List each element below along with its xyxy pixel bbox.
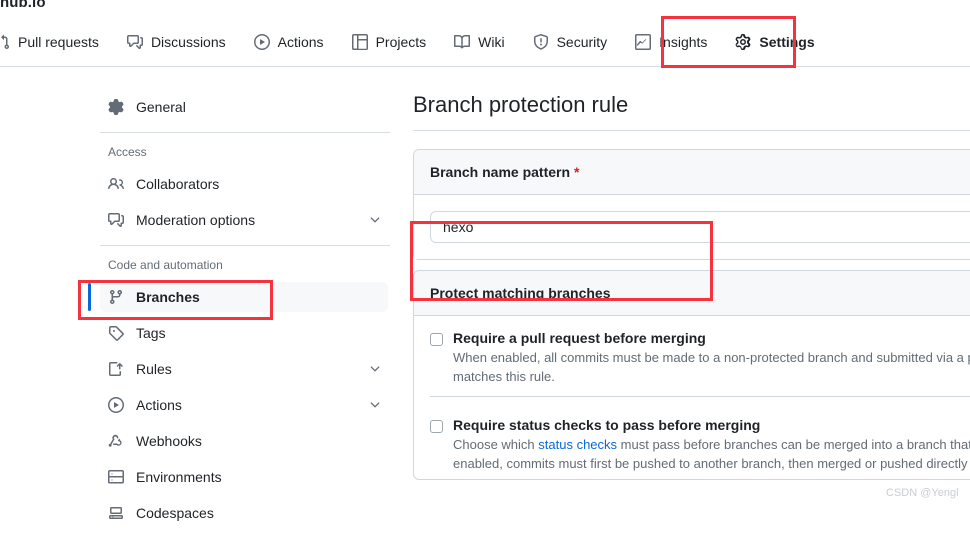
nav-item-label: Pull requests bbox=[18, 34, 99, 50]
check-row-require-pull-request: Require a pull request before merging Wh… bbox=[414, 316, 970, 403]
require-status-checks-description: Choose which status checks must pass bef… bbox=[453, 435, 970, 473]
sidebar-item-moderation-options[interactable]: Moderation options bbox=[100, 205, 390, 235]
require-pull-request-label: Require a pull request before merging bbox=[453, 330, 706, 346]
graph-icon bbox=[635, 34, 652, 50]
sidebar-divider-1 bbox=[100, 132, 390, 133]
nav-item-insights[interactable]: Insights bbox=[621, 18, 721, 66]
branch-name-pattern-header: Branch name pattern * bbox=[414, 150, 970, 195]
page-title: Branch protection rule bbox=[413, 92, 970, 131]
nav-item-wiki[interactable]: Wiki bbox=[440, 18, 518, 66]
row-separator bbox=[430, 396, 970, 397]
branch-name-pattern-input[interactable] bbox=[430, 211, 970, 243]
sidebar-item-label: Webhooks bbox=[136, 433, 202, 449]
sidebar-item-label: Rules bbox=[136, 361, 172, 377]
sidebar-item-label: General bbox=[136, 99, 186, 115]
gear-icon bbox=[735, 34, 751, 50]
sidebar-item-collaborators[interactable]: Collaborators bbox=[100, 169, 390, 199]
play-circle-icon bbox=[108, 397, 124, 413]
sidebar-item-label: Environments bbox=[136, 469, 222, 485]
play-circle-icon bbox=[253, 34, 270, 50]
sidebar-item-label: Tags bbox=[136, 325, 166, 341]
git-branch-icon bbox=[108, 289, 124, 305]
chevron-down-icon[interactable] bbox=[368, 362, 382, 376]
desc-text-before: When enabled, all commits must be made t… bbox=[453, 350, 970, 365]
book-icon bbox=[454, 34, 471, 50]
chevron-down-icon[interactable] bbox=[368, 213, 382, 227]
sidebar-item-rules[interactable]: Rules bbox=[100, 354, 390, 384]
repo-nav-bar: Pull requests Discussions Actions Projec… bbox=[0, 18, 970, 67]
nav-item-actions[interactable]: Actions bbox=[240, 18, 338, 66]
sidebar-item-codespaces[interactable]: Codespaces bbox=[100, 498, 390, 528]
status-checks-link[interactable]: status checks bbox=[538, 437, 617, 452]
protect-matching-branches-header: Protect matching branches bbox=[414, 271, 970, 316]
nav-item-label: Wiki bbox=[478, 34, 505, 50]
shield-icon bbox=[533, 34, 549, 50]
branch-name-pattern-label: Branch name pattern bbox=[430, 164, 571, 180]
settings-sidebar: General Access Collaborators Moderation … bbox=[88, 92, 390, 534]
comment-discussion-icon bbox=[126, 34, 143, 50]
require-status-checks-label: Require status checks to pass before mer… bbox=[453, 417, 761, 433]
check-row-require-status-checks: Require status checks to pass before mer… bbox=[414, 403, 970, 479]
nav-item-pull-requests[interactable]: Pull requests bbox=[0, 18, 113, 66]
nav-item-label: Actions bbox=[277, 34, 324, 50]
repo-nav-list: Pull requests Discussions Actions Projec… bbox=[0, 18, 970, 66]
main-content: Branch protection rule Branch name patte… bbox=[413, 92, 970, 480]
nav-item-label: Settings bbox=[759, 34, 815, 50]
server-icon bbox=[108, 469, 124, 485]
require-pull-request-description: When enabled, all commits must be made t… bbox=[453, 348, 970, 386]
sidebar-divider-2 bbox=[100, 245, 390, 246]
repo-name-fragment: hub.io bbox=[0, 0, 46, 11]
sidebar-group-label-code-and-automation: Code and automation bbox=[108, 258, 223, 272]
sidebar-item-label: Collaborators bbox=[136, 176, 220, 192]
protect-matching-branches-panel: Protect matching branches Require a pull… bbox=[413, 270, 970, 480]
branch-name-pattern-body bbox=[414, 195, 970, 259]
webhook-icon bbox=[108, 433, 124, 449]
sidebar-group-label-access: Access bbox=[108, 145, 147, 159]
require-status-checks-checkbox[interactable] bbox=[430, 420, 443, 433]
sidebar-item-branches[interactable]: Branches bbox=[88, 282, 388, 312]
nav-item-settings[interactable]: Settings bbox=[721, 18, 828, 66]
require-pull-request-checkbox[interactable] bbox=[430, 333, 443, 346]
sidebar-item-label: Branches bbox=[136, 289, 200, 305]
watermark: CSDN @Yengl bbox=[886, 487, 959, 499]
git-pull-request-icon bbox=[0, 34, 10, 50]
codespaces-icon bbox=[108, 505, 124, 521]
sidebar-item-environments[interactable]: Environments bbox=[100, 462, 390, 492]
sidebar-item-label: Moderation options bbox=[136, 212, 256, 228]
comment-discussion-icon bbox=[108, 212, 124, 228]
gear-icon bbox=[108, 99, 124, 115]
sidebar-item-tags[interactable]: Tags bbox=[100, 318, 390, 348]
sidebar-item-actions[interactable]: Actions bbox=[100, 390, 390, 420]
nav-item-label: Discussions bbox=[150, 34, 226, 50]
nav-item-security[interactable]: Security bbox=[519, 18, 622, 66]
sidebar-item-general[interactable]: General bbox=[100, 92, 390, 122]
desc-text-before: Choose which bbox=[453, 437, 539, 452]
people-icon bbox=[108, 176, 124, 192]
chevron-down-icon[interactable] bbox=[368, 398, 382, 412]
nav-item-label: Security bbox=[556, 34, 608, 50]
table-icon bbox=[351, 34, 368, 50]
tag-icon bbox=[108, 325, 124, 341]
nav-item-discussions[interactable]: Discussions bbox=[113, 18, 240, 66]
sidebar-item-label: Codespaces bbox=[136, 505, 214, 521]
sidebar-item-webhooks[interactable]: Webhooks bbox=[100, 426, 390, 456]
nav-item-projects[interactable]: Projects bbox=[338, 18, 441, 66]
nav-item-label: Insights bbox=[659, 34, 708, 50]
required-asterisk: * bbox=[573, 164, 580, 180]
branch-name-pattern-panel: Branch name pattern * bbox=[413, 149, 970, 260]
active-tab-underline bbox=[680, 65, 770, 68]
nav-item-label: Projects bbox=[375, 34, 427, 50]
sidebar-item-label: Actions bbox=[136, 397, 182, 413]
rules-icon bbox=[108, 361, 124, 377]
